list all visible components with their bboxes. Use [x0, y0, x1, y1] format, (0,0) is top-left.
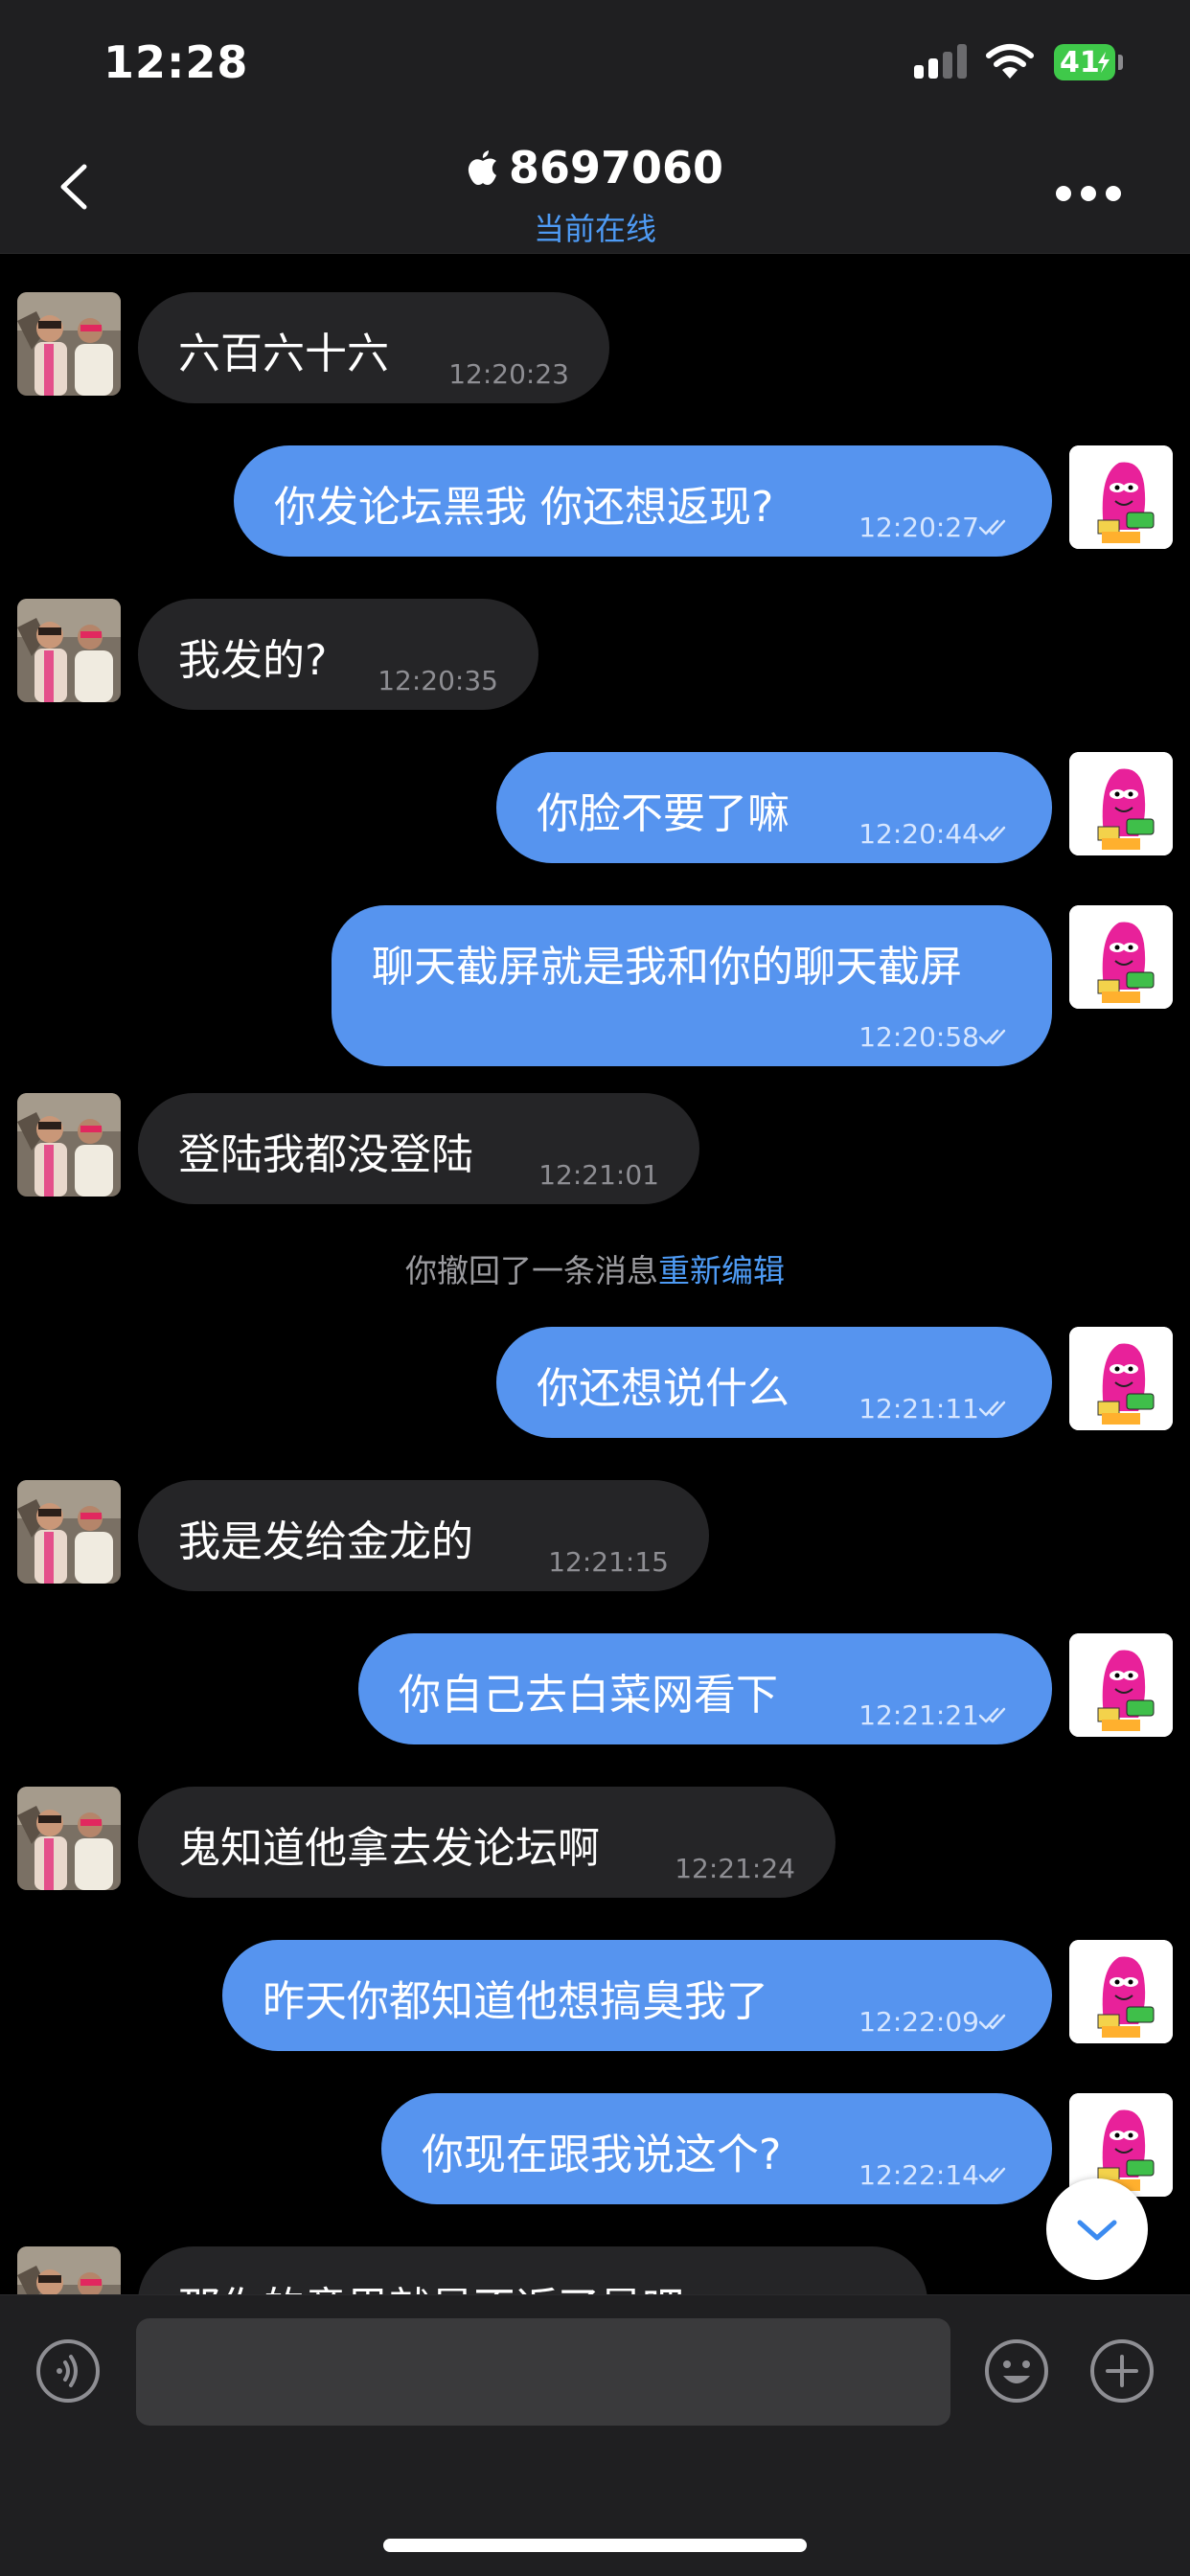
- battery-cap: [1118, 55, 1123, 70]
- outgoing-message-bubble[interactable]: 昨天你都知道他想搞臭我了 12:22:09: [222, 1940, 1052, 2051]
- my-avatar[interactable]: [1069, 1327, 1173, 1430]
- message-timestamp: 12:21:24: [675, 1853, 795, 1884]
- battery-level: 41: [1060, 46, 1100, 80]
- message-text: 登陆我都没登陆: [178, 1130, 473, 1179]
- message-timestamp: 12:20:44: [858, 818, 979, 850]
- message-text: 六百六十六: [178, 330, 389, 378]
- message-timestamp: 12:21:15: [548, 1546, 669, 1578]
- apple-icon: [468, 150, 496, 185]
- composer-bar: [0, 2294, 1190, 2576]
- message-timestamp: 12:21:01: [538, 1159, 659, 1191]
- read-ticks-icon: [979, 1028, 1010, 1047]
- message-text: 你自己去白菜网看下: [399, 1671, 778, 1720]
- my-avatar[interactable]: [1069, 1940, 1173, 2043]
- chat-header: 8697060 当前在线: [0, 128, 1190, 254]
- read-ticks-icon: [979, 2013, 1010, 2032]
- incoming-message-bubble[interactable]: 鬼知道他拿去发论坛啊 12:21:24: [138, 1787, 835, 1898]
- message-timestamp: 12:21:11: [858, 1393, 979, 1425]
- my-avatar[interactable]: [1069, 905, 1173, 1009]
- read-ticks-icon: [979, 1400, 1010, 1419]
- message-text: 你还想说什么: [537, 1364, 790, 1413]
- online-status: 当前在线: [533, 211, 656, 247]
- chat-title[interactable]: 8697060: [0, 142, 1190, 194]
- outgoing-message-bubble[interactable]: 你发论坛黑我 你还想返现? 12:20:27: [234, 445, 1052, 557]
- message-text: 你发论坛黑我 你还想返现?: [274, 483, 774, 532]
- message-text: 那你的意思就是不返了是吧: [178, 2273, 684, 2294]
- outgoing-message-bubble[interactable]: 你现在跟我说这个? 12:22:14: [381, 2093, 1052, 2204]
- message-input[interactable]: [136, 2318, 950, 2426]
- message-text: 你现在跟我说这个?: [422, 2131, 782, 2179]
- outgoing-message-bubble[interactable]: 你还想说什么 12:21:11: [496, 1327, 1052, 1438]
- incoming-message-bubble[interactable]: 那你的意思就是不返了是吧: [138, 2246, 927, 2294]
- scroll-to-bottom-button[interactable]: [1046, 2178, 1148, 2280]
- incoming-message-bubble[interactable]: 六百六十六 12:20:23: [138, 292, 609, 403]
- home-indicator: [383, 2539, 807, 2552]
- cellular-signal-icon: [914, 44, 968, 79]
- recall-notice: 你撤回了一条消息重新编辑: [0, 1245, 1190, 1291]
- contact-avatar[interactable]: [17, 1480, 121, 1584]
- read-ticks-icon: [979, 518, 1010, 537]
- message-timestamp: 12:21:21: [858, 1699, 979, 1731]
- message-timestamp: 12:20:58: [858, 1021, 979, 1053]
- contact-avatar[interactable]: [17, 599, 121, 702]
- message-text: 我发的?: [178, 636, 328, 685]
- contact-avatar[interactable]: [17, 292, 121, 396]
- recall-notice-text: 你撤回了一条消息: [405, 1252, 658, 1289]
- message-text: 我是发给金龙的: [178, 1517, 473, 1566]
- incoming-message-bubble[interactable]: 我发的? 12:20:35: [138, 599, 538, 710]
- incoming-message-bubble[interactable]: 登陆我都没登陆 12:21:01: [138, 1093, 699, 1204]
- my-avatar[interactable]: [1069, 1633, 1173, 1737]
- message-timestamp: 12:22:09: [858, 2006, 979, 2038]
- status-time: 12:28: [103, 36, 249, 88]
- message-timestamp: 12:20:27: [858, 512, 979, 543]
- read-ticks-icon: [979, 825, 1010, 844]
- status-bar: 12:28 41: [0, 0, 1190, 128]
- chevron-down-icon: [1077, 2220, 1117, 2241]
- battery-icon: 41: [1054, 44, 1115, 80]
- message-timestamp: 12:20:35: [378, 665, 498, 696]
- incoming-message-bubble[interactable]: 我是发给金龙的 12:21:15: [138, 1480, 709, 1591]
- contact-avatar[interactable]: [17, 1787, 121, 1890]
- message-timestamp: 12:22:14: [858, 2159, 979, 2191]
- read-ticks-icon: [979, 1706, 1010, 1725]
- more-icon[interactable]: [1052, 180, 1125, 203]
- outgoing-message-bubble[interactable]: 你自己去白菜网看下 12:21:21: [358, 1633, 1052, 1744]
- chat-title-text: 8697060: [508, 142, 724, 194]
- message-text: 昨天你都知道他想搞臭我了: [263, 1977, 768, 2026]
- emoji-icon[interactable]: [983, 2337, 1050, 2405]
- message-text: 聊天截屏就是我和你的聊天截屏: [372, 943, 962, 992]
- my-avatar[interactable]: [1069, 445, 1173, 549]
- re-edit-link[interactable]: 重新编辑: [658, 1252, 785, 1289]
- wifi-icon: [986, 44, 1034, 79]
- plus-icon[interactable]: [1088, 2337, 1156, 2405]
- contact-avatar[interactable]: [17, 1093, 121, 1197]
- charging-bolt-icon: [1098, 52, 1110, 73]
- outgoing-message-bubble[interactable]: 聊天截屏就是我和你的聊天截屏 12:20:58: [332, 905, 1052, 1066]
- my-avatar[interactable]: [1069, 752, 1173, 855]
- message-timestamp: 12:20:23: [448, 358, 569, 390]
- read-ticks-icon: [979, 2166, 1010, 2185]
- message-text: 你脸不要了嘛: [537, 789, 790, 838]
- outgoing-message-bubble[interactable]: 你脸不要了嘛 12:20:44: [496, 752, 1052, 863]
- voice-icon[interactable]: [34, 2337, 102, 2405]
- message-text: 鬼知道他拿去发论坛啊: [178, 1824, 600, 1873]
- contact-avatar[interactable]: [17, 2246, 121, 2294]
